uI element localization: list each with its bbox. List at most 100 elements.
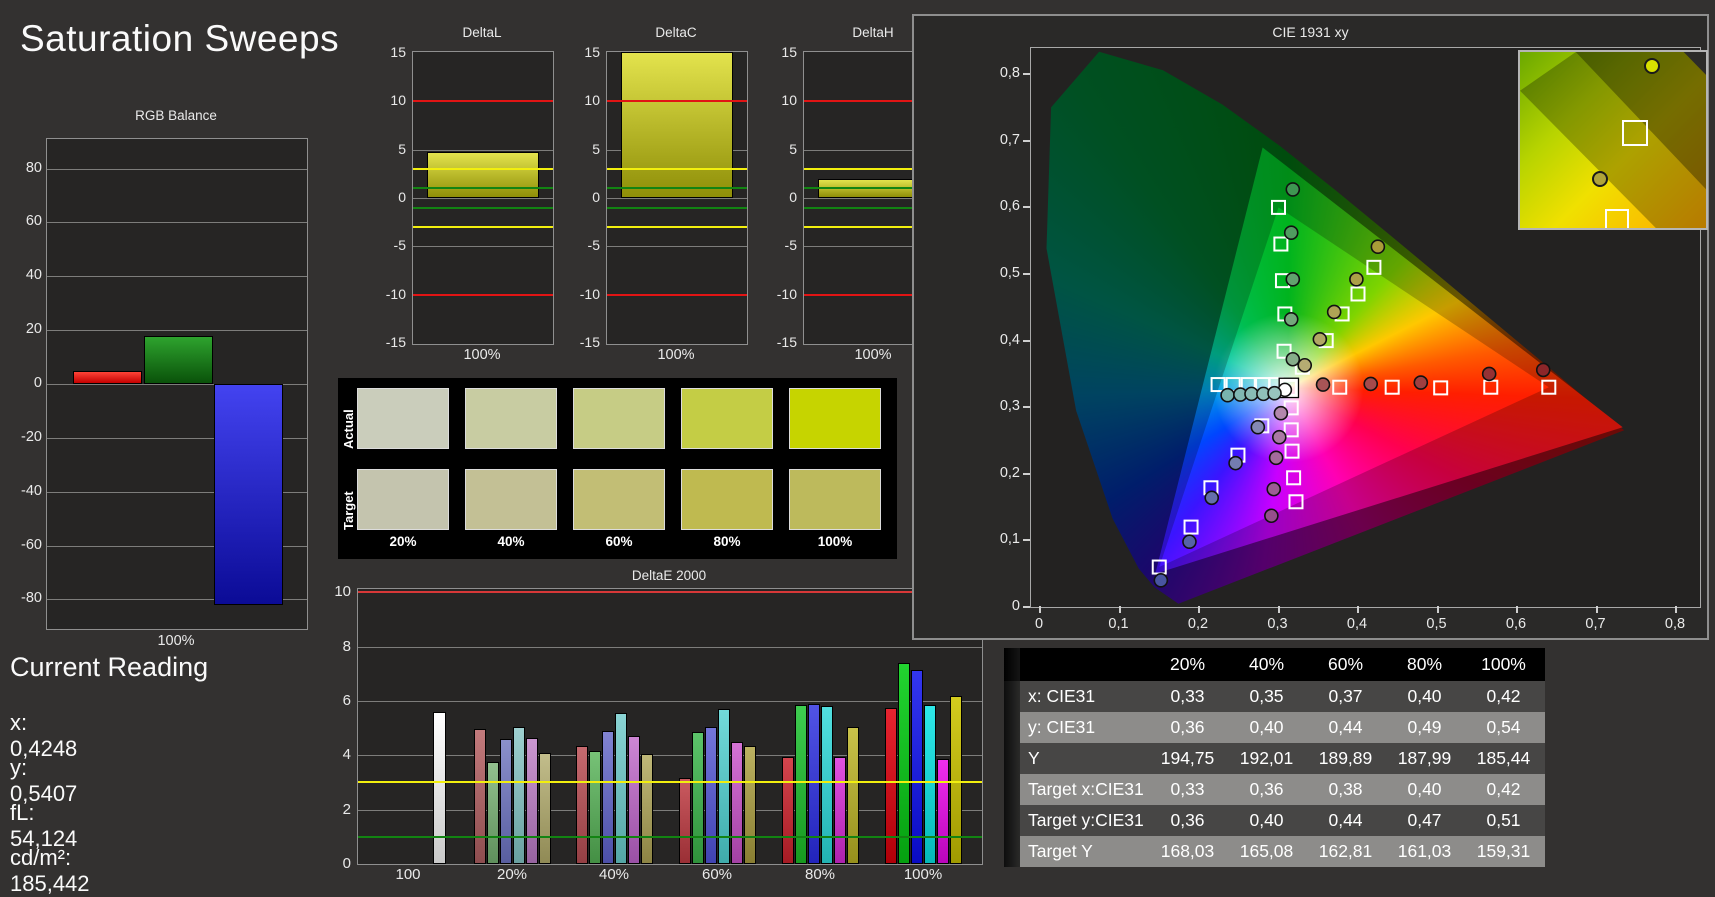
rgb-balance-chart bbox=[46, 138, 308, 630]
y-tick-label: 0,2 bbox=[999, 464, 1020, 481]
reference-line bbox=[413, 187, 553, 190]
gridline bbox=[413, 246, 553, 248]
y-tick-label: 20 bbox=[25, 321, 42, 338]
table-cell: 0,42 bbox=[1486, 686, 1521, 706]
reference-line bbox=[413, 100, 553, 103]
actual-swatch bbox=[681, 388, 773, 449]
cie-target-square bbox=[1433, 380, 1449, 396]
cie-measured-point bbox=[1153, 573, 1169, 588]
y-tick-label: 0,5 bbox=[999, 265, 1020, 281]
actual-swatch bbox=[357, 388, 449, 449]
delta-chart-x-label: 100% bbox=[463, 347, 501, 363]
cie-measured-point bbox=[1326, 304, 1342, 320]
table-cell: 0,44 bbox=[1328, 717, 1363, 737]
deltac-chart bbox=[606, 51, 748, 345]
gridline bbox=[607, 198, 747, 199]
y-tick-label: 0,4 bbox=[999, 331, 1020, 348]
swatch-col-label: 80% bbox=[713, 534, 741, 549]
deltae-bar bbox=[731, 741, 743, 864]
y-tick-mark bbox=[1023, 406, 1030, 409]
cie-measured-point bbox=[1285, 182, 1301, 197]
gridline bbox=[413, 198, 553, 199]
deltae-bar bbox=[834, 756, 846, 864]
y-tick-mark bbox=[1023, 206, 1030, 209]
deltae-bar bbox=[487, 762, 499, 864]
table-cell: 165,08 bbox=[1239, 841, 1294, 861]
cie-measured-point bbox=[1264, 508, 1279, 524]
cie-measured-point bbox=[1481, 366, 1497, 382]
x-tick-label: 0,1 bbox=[1108, 616, 1129, 632]
swatch-row-label: Actual bbox=[341, 409, 356, 449]
cie-measured-point bbox=[1250, 419, 1266, 435]
table-row-label: x: CIE31 bbox=[1028, 686, 1096, 706]
table-header-cell: 80% bbox=[1406, 654, 1443, 674]
y-tick-label: -5 bbox=[784, 237, 797, 254]
x-tick-mark bbox=[1595, 606, 1598, 613]
table-cell: 168,03 bbox=[1160, 841, 1215, 861]
green-bar bbox=[144, 335, 213, 384]
gridline bbox=[47, 168, 307, 170]
cie-measured-point bbox=[1413, 375, 1429, 390]
gridline bbox=[358, 700, 982, 702]
deltae-bar bbox=[615, 713, 627, 864]
table-cell: 0,40 bbox=[1249, 717, 1284, 737]
table-cell: 0,51 bbox=[1486, 810, 1521, 830]
y-tick-label: -10 bbox=[385, 285, 406, 302]
y-tick-label: 0,6 bbox=[999, 198, 1020, 215]
x-tick-mark bbox=[1675, 606, 1677, 613]
cie-title: CIE 1931 xy bbox=[1272, 24, 1349, 40]
table-cell: 162,81 bbox=[1318, 841, 1373, 861]
y-tick-mark bbox=[1023, 273, 1030, 275]
target-swatch bbox=[681, 469, 773, 530]
table-cell: 0,36 bbox=[1170, 717, 1205, 737]
deltae-bar bbox=[847, 726, 859, 864]
reference-line bbox=[607, 187, 747, 190]
y-tick-label: -15 bbox=[385, 334, 406, 351]
y-tick-mark bbox=[1023, 472, 1030, 475]
y-tick-label: 2 bbox=[342, 800, 351, 818]
y-tick-mark bbox=[1023, 539, 1030, 542]
current-reading-heading: Current Reading bbox=[10, 652, 209, 682]
reference-line bbox=[358, 835, 982, 838]
inset-target-square-bottom bbox=[1604, 208, 1629, 228]
reference-line bbox=[413, 293, 553, 296]
table-cell: 0,33 bbox=[1170, 686, 1205, 706]
blue-bar bbox=[214, 384, 283, 605]
gridline bbox=[607, 246, 747, 248]
deltae-group-label: 80% bbox=[804, 866, 836, 883]
x-tick-label: 0,6 bbox=[1505, 616, 1527, 632]
table-cell: 0,40 bbox=[1407, 779, 1442, 799]
table-row-label: Y bbox=[1028, 748, 1040, 768]
reference-line bbox=[607, 226, 747, 228]
table-cell: 0,36 bbox=[1249, 779, 1284, 799]
y-tick-label: 5 bbox=[592, 140, 600, 157]
y-tick-label: 0,1 bbox=[999, 531, 1020, 548]
table-header-strip bbox=[1004, 648, 1020, 681]
y-tick-label: 0,7 bbox=[999, 131, 1020, 148]
y-tick-label: 0 bbox=[398, 189, 406, 205]
cie-target-square bbox=[1151, 559, 1167, 575]
cie-target-square bbox=[1541, 379, 1557, 395]
reference-line bbox=[607, 167, 747, 170]
cie-measured-point bbox=[1283, 311, 1299, 327]
gridline bbox=[47, 222, 307, 224]
deltae-bar bbox=[576, 745, 588, 864]
y-tick-label: 10 bbox=[584, 92, 600, 109]
deltae-group-label: 40% bbox=[598, 866, 630, 883]
cie-target-square bbox=[1288, 494, 1304, 510]
y-tick-label: 10 bbox=[390, 92, 406, 109]
table-cell: 185,44 bbox=[1476, 748, 1531, 768]
cie-target-square bbox=[1271, 199, 1286, 215]
table-row-label: Target x:CIE31 bbox=[1028, 779, 1144, 799]
table-cell: 192,01 bbox=[1239, 748, 1294, 768]
y-tick-label: -40 bbox=[21, 482, 42, 499]
table-row-label: Target y:CIE31 bbox=[1028, 810, 1144, 830]
x-tick-label: 0,7 bbox=[1585, 616, 1606, 632]
cie-measured-point bbox=[1370, 239, 1386, 254]
y-tick-label: 8 bbox=[342, 637, 351, 655]
reading-line: cd/m²: 185,442 bbox=[10, 845, 90, 896]
deltae-bar bbox=[641, 753, 653, 864]
reference-line bbox=[607, 100, 747, 103]
reference-line bbox=[607, 293, 747, 296]
y-tick-label: -20 bbox=[21, 428, 42, 445]
